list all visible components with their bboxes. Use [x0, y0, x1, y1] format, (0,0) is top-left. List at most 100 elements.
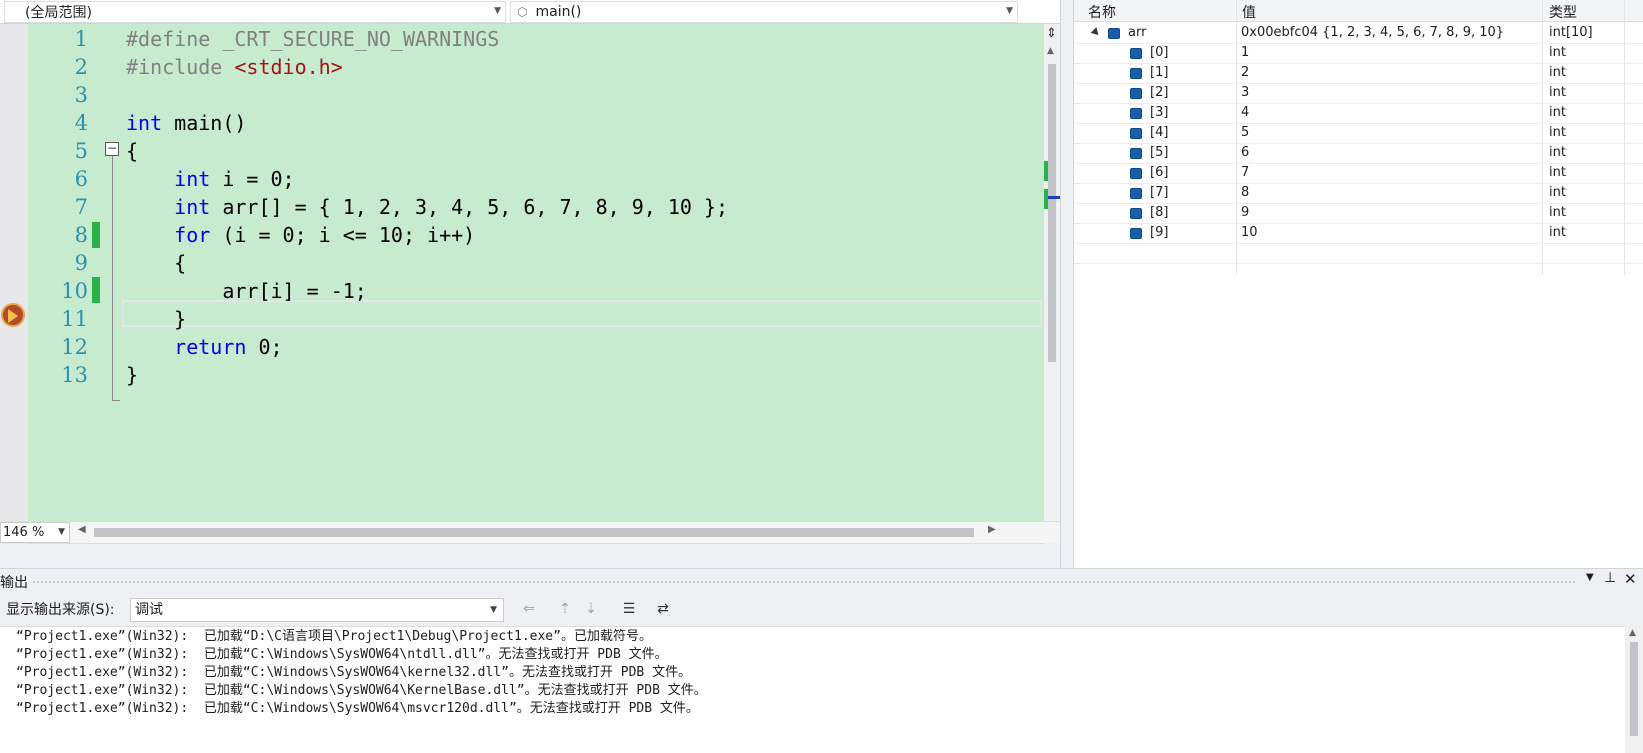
dropdown-menu-icon[interactable]: ▼	[1586, 572, 1594, 583]
scope-dropdown[interactable]: (全局范围) ▼	[4, 1, 506, 23]
code-token: (i = 0; i <= 10; i++)	[210, 223, 476, 247]
code-line[interactable]: int arr[] = { 1, 2, 3, 4, 5, 6, 7, 8, 9,…	[126, 193, 728, 222]
next-message-icon[interactable]: ⇣	[582, 600, 600, 618]
code-line[interactable]: {	[126, 249, 186, 278]
watch-value[interactable]: 9	[1241, 203, 1249, 223]
zoom-dropdown[interactable]: 146 % ▼	[0, 522, 70, 543]
watch-row[interactable]: [5] 6 int	[1074, 143, 1643, 164]
watch-value[interactable]: 1	[1241, 43, 1249, 63]
scrollbar-thumb[interactable]	[1630, 642, 1638, 736]
panel-splitter[interactable]	[1060, 0, 1072, 568]
code-line[interactable]: #define _CRT_SECURE_NO_WARNINGS	[126, 25, 499, 54]
watch-name: [0]	[1150, 45, 1169, 60]
variable-icon	[1130, 128, 1142, 139]
editor-vertical-scrollbar[interactable]: ⇕ ▲ ▼	[1044, 24, 1060, 544]
code-token: #define _CRT_SECURE_NO_WARNINGS	[126, 27, 500, 51]
watch-row[interactable]: [1] 2 int	[1074, 63, 1643, 84]
watch-value[interactable]: 0x00ebfc04 {1, 2, 3, 4, 5, 6, 7, 8, 9, 1…	[1241, 23, 1504, 43]
code-line[interactable]: #include <stdio.h>	[126, 53, 343, 82]
code-line[interactable]: }	[126, 361, 138, 390]
editor-horizontal-scrollbar[interactable]: ◀ ▶	[78, 524, 1028, 538]
watch-row[interactable]: [4] 5 int	[1074, 123, 1643, 144]
function-dropdown[interactable]: ⬡ main() ▼	[510, 1, 1018, 23]
column-header-value[interactable]: 值	[1242, 2, 1256, 22]
code-token: i = 0;	[210, 167, 295, 191]
output-vertical-scrollbar[interactable]: ▲	[1625, 626, 1643, 753]
watch-value[interactable]: 7	[1241, 163, 1249, 183]
variable-icon	[1130, 208, 1142, 219]
code-line[interactable]: arr[i] = -1;	[126, 277, 367, 306]
code-line[interactable]: {	[126, 137, 138, 166]
code-line[interactable]: }	[126, 305, 186, 334]
output-source-value: 调试	[135, 602, 163, 618]
watch-value[interactable]: 8	[1241, 183, 1249, 203]
word-wrap-icon[interactable]: ⇄	[654, 600, 672, 618]
code-token: }	[126, 307, 187, 331]
output-text-area[interactable]: “Project1.exe”(Win32): 已加载“D:\C语言项目\Proj…	[0, 626, 1625, 753]
expand-arrow-icon[interactable]	[1090, 27, 1102, 38]
breakpoint-margin[interactable]	[0, 24, 28, 544]
column-header-type[interactable]: 类型	[1549, 2, 1577, 22]
column-header-name[interactable]: 名称	[1088, 2, 1116, 22]
scrollbar-thumb[interactable]	[1048, 64, 1056, 362]
previous-message-icon[interactable]: ⇡	[556, 600, 574, 618]
code-token: main()	[162, 111, 247, 135]
code-line[interactable]: int main()	[126, 109, 246, 138]
scroll-change-mark	[1044, 161, 1048, 181]
watch-row[interactable]: [9] 10 int	[1074, 223, 1643, 244]
watch-name: [3]	[1150, 105, 1169, 120]
watch-value[interactable]: 10	[1241, 223, 1258, 243]
code-line[interactable]: int i = 0;	[126, 165, 295, 194]
code-editor[interactable]: 1 2 3 4 5 6 7 8 9 10 11 12 13 − #define _CRT_SECURE_…	[0, 24, 1060, 544]
watch-empty-row[interactable]	[1074, 243, 1643, 264]
variable-icon	[1130, 68, 1142, 79]
watch-row[interactable]: [6] 7 int	[1074, 163, 1643, 184]
scrollbar-thumb[interactable]	[94, 528, 974, 537]
scroll-change-mark	[1044, 189, 1048, 209]
watch-value[interactable]: 3	[1241, 83, 1249, 103]
watch-type: int	[1549, 145, 1566, 160]
code-line[interactable]: return 0;	[126, 333, 282, 362]
watch-value[interactable]: 6	[1241, 143, 1249, 163]
watch-name: [4]	[1150, 125, 1169, 140]
watch-row[interactable]: [7] 8 int	[1074, 183, 1643, 204]
close-icon[interactable]: ✕	[1624, 570, 1637, 588]
scroll-right-icon[interactable]: ▶	[988, 524, 996, 535]
scroll-left-icon[interactable]: ◀	[78, 524, 86, 535]
variable-icon	[1130, 148, 1142, 159]
watch-type: int	[1549, 85, 1566, 100]
collapse-icon[interactable]: −	[105, 142, 119, 156]
watch-type: int	[1549, 125, 1566, 140]
code-token: int	[174, 195, 211, 219]
panel-grip[interactable]	[32, 580, 1577, 584]
watch-row[interactable]: [0] 1 int	[1074, 43, 1643, 64]
watch-row[interactable]: [2] 3 int	[1074, 83, 1643, 104]
variable-icon	[1130, 188, 1142, 199]
watch-value[interactable]: 4	[1241, 103, 1249, 123]
scroll-up-icon[interactable]: ▲	[1047, 46, 1054, 56]
watch-row[interactable]: [8] 9 int	[1074, 203, 1643, 224]
watch-value[interactable]: 5	[1241, 123, 1249, 143]
fold-guide	[112, 156, 113, 400]
editor-nav-bar: (全局范围) ▼ ⬡ main() ▼	[0, 0, 1060, 24]
code-line[interactable]: for (i = 0; i <= 10; i++)	[126, 221, 475, 250]
watch-name: [2]	[1150, 85, 1169, 100]
chevron-down-icon: ▼	[1006, 6, 1013, 16]
watch-value[interactable]: 2	[1241, 63, 1249, 83]
watch-row-root[interactable]: arr 0x00ebfc04 {1, 2, 3, 4, 5, 6, 7, 8, …	[1074, 23, 1643, 44]
variable-icon	[1130, 88, 1142, 99]
line-number: 7	[74, 195, 88, 219]
output-source-label: 显示输出来源(S):	[6, 602, 115, 618]
pin-icon[interactable]: ⊥	[1604, 570, 1616, 586]
watch-name: [5]	[1150, 145, 1169, 160]
clear-all-icon[interactable]: ☰	[620, 600, 638, 618]
output-source-dropdown[interactable]: 调试 ▼	[130, 598, 504, 622]
scroll-up-icon[interactable]: ▲	[1629, 628, 1636, 638]
editor-status-bar: 146 % ▼ ◀ ▶	[0, 521, 1060, 543]
caret-position-mark	[1048, 196, 1060, 199]
find-message-in-code-icon[interactable]: ⇐	[520, 600, 538, 618]
split-window-icon[interactable]: ⇕	[1046, 26, 1057, 41]
variable-icon	[1130, 228, 1142, 239]
watch-row[interactable]: [3] 4 int	[1074, 103, 1643, 124]
